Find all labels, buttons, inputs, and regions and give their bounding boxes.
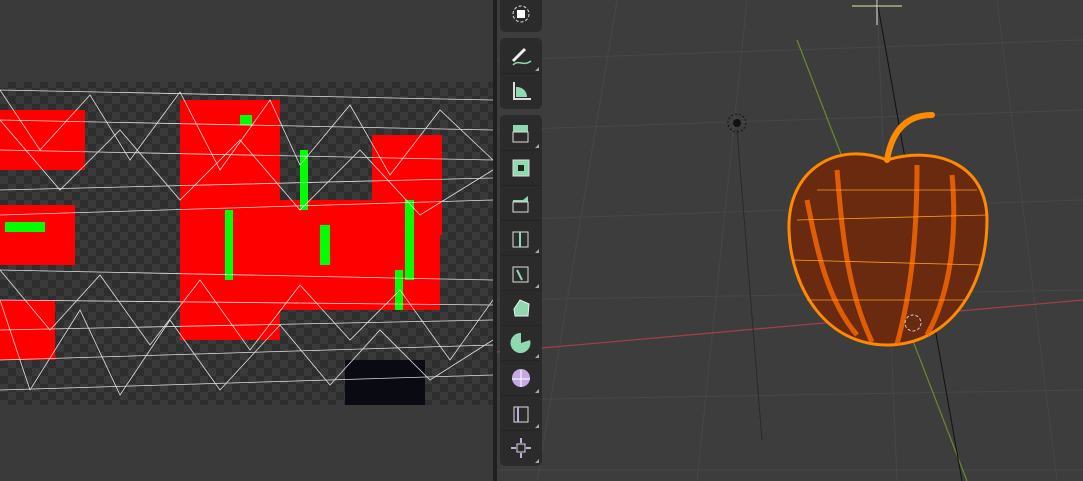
tool-extrude-region[interactable] [501,116,541,151]
bevel-icon [510,192,532,214]
tool-transform[interactable] [501,0,541,31]
poly-build-icon [510,297,532,319]
tool-spin[interactable] [501,326,541,361]
tool-smooth[interactable] [501,361,541,396]
transform-icon [510,3,532,25]
tool-shelf [500,0,542,472]
spin-icon [509,331,533,355]
shrink-fatten-icon [510,437,532,459]
annotate-icon [509,45,533,67]
loop-cut-icon [510,227,532,249]
light-line [736,129,763,441]
apple-stem [884,112,935,163]
uv-editor[interactable] [0,0,493,481]
tool-poly-build[interactable] [501,291,541,326]
tool-knife[interactable] [501,256,541,291]
tool-loop-cut[interactable] [501,221,541,256]
smooth-icon [510,367,532,389]
camera-cursor-icon [852,0,902,25]
tool-annotate[interactable] [501,39,541,74]
3d-viewport[interactable] [497,0,1083,481]
light-icon[interactable] [727,113,747,133]
tool-shrink-fatten[interactable] [501,431,541,465]
viewport-canvas[interactable] [497,0,1083,481]
knife-icon [510,262,532,284]
tool-inset-faces[interactable] [501,151,541,186]
tool-edge-slide[interactable] [501,396,541,431]
measure-icon [509,79,533,103]
tool-measure[interactable] [501,74,541,108]
edge-slide-icon [510,402,532,424]
tool-bevel[interactable] [501,186,541,221]
uv-canvas[interactable] [0,0,493,481]
x-axis-line [497,299,1083,353]
inset-faces-icon [510,157,532,179]
apple-mesh[interactable] [787,112,989,347]
extrude-region-icon [510,122,532,144]
